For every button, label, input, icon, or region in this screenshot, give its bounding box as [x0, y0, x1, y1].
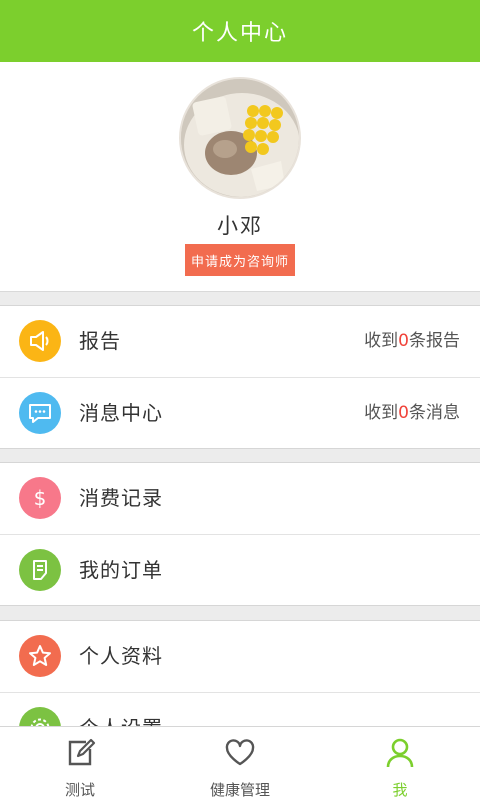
report-count: 0: [398, 331, 409, 351]
tab-test[interactable]: 测试: [0, 727, 160, 800]
message-count-text: 收到0条消息: [364, 403, 460, 423]
tab-label: 健康管理: [209, 781, 270, 799]
avatar-image: [181, 79, 299, 197]
menu-item-label: 我的订单: [79, 558, 163, 582]
menu-item-report[interactable]: 报告 收到0条报告: [0, 306, 480, 377]
dollar-icon: $: [19, 477, 61, 519]
edit-icon: [64, 737, 96, 773]
tab-health-management[interactable]: 健康管理: [160, 727, 320, 800]
menu-group-reports: 报告 收到0条报告 消息中心 收到0条消息: [0, 305, 480, 449]
tab-label: 我: [392, 781, 408, 799]
chat-icon: [19, 392, 61, 434]
svg-text:$: $: [34, 486, 47, 510]
profile-section: 小邓 申请成为咨询师: [0, 62, 480, 292]
menu-item-personal-info[interactable]: 个人资料: [0, 621, 480, 692]
menu-item-label: 消费记录: [79, 486, 163, 510]
heart-icon: [224, 737, 256, 773]
speaker-icon: [19, 320, 61, 362]
menu-item-spending-records[interactable]: $ 消费记录: [0, 463, 480, 534]
message-count: 0: [398, 403, 409, 423]
menu-item-label: 消息中心: [79, 401, 163, 425]
menu-item-label: 报告: [79, 329, 121, 353]
title-bar: 个人中心: [0, 0, 480, 62]
menu-item-messages[interactable]: 消息中心 收到0条消息: [0, 377, 480, 448]
avatar[interactable]: [179, 77, 301, 199]
menu-item-my-orders[interactable]: 我的订单: [0, 534, 480, 605]
menu-item-label: 个人资料: [79, 644, 163, 668]
tab-label: 测试: [64, 781, 95, 799]
report-count-text: 收到0条报告: [364, 331, 460, 351]
menu-group-orders: $ 消费记录 我的订单: [0, 462, 480, 606]
apply-counselor-button[interactable]: 申请成为咨询师: [185, 244, 295, 276]
person-icon: [384, 737, 416, 773]
tab-me[interactable]: 我: [320, 727, 480, 800]
bottom-tab-bar: 测试 健康管理 我: [0, 726, 480, 800]
page-title: 个人中心: [191, 21, 288, 46]
star-icon: [19, 635, 61, 677]
order-icon: [19, 549, 61, 591]
username: 小邓: [217, 214, 263, 238]
